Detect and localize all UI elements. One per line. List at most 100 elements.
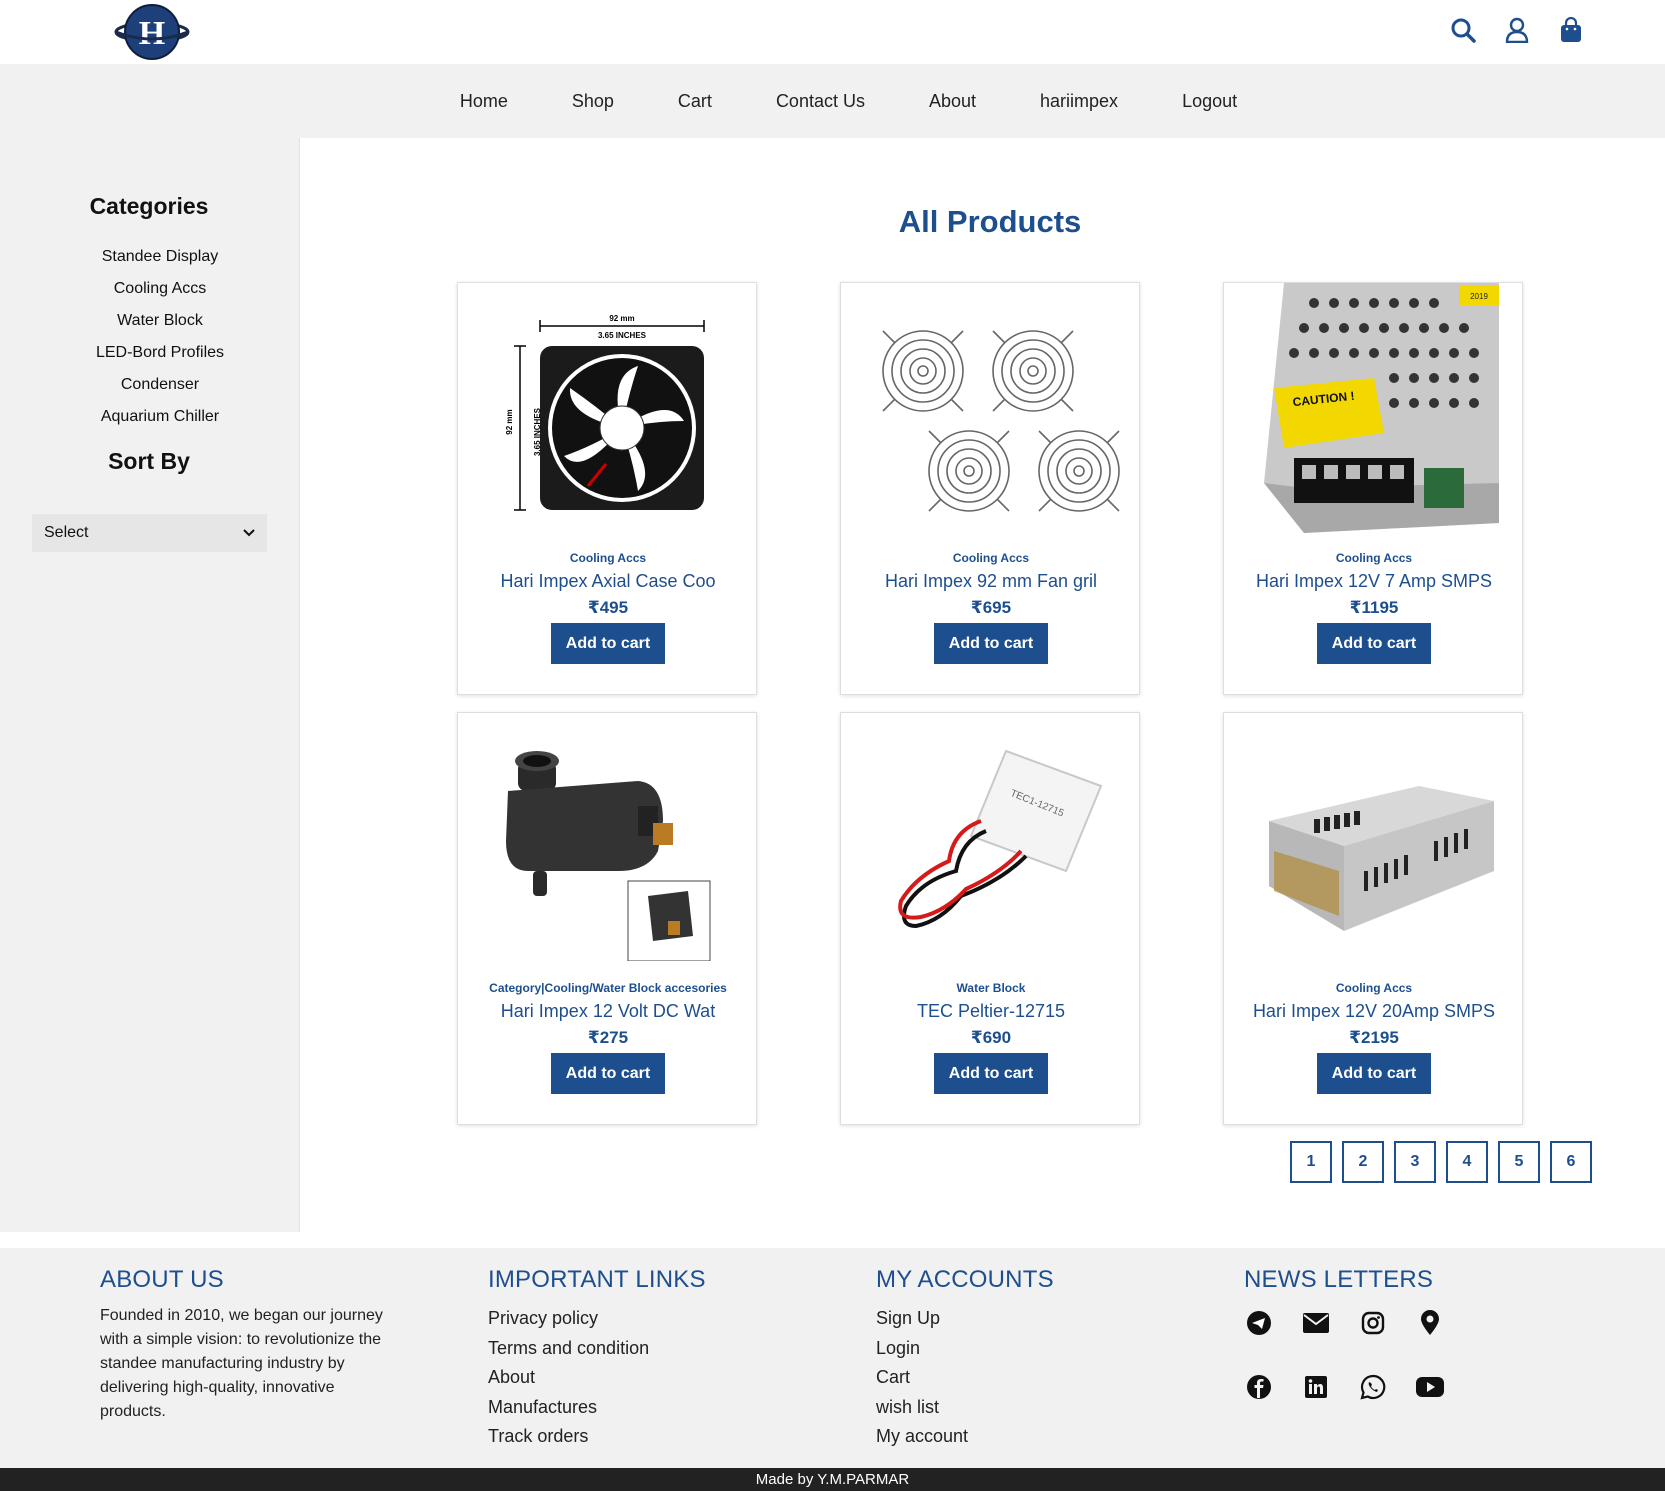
fan-grill-image[interactable] xyxy=(851,283,1131,538)
product-price: ₹275 xyxy=(587,1028,629,1047)
peltier-image[interactable]: TEC1-12715 xyxy=(851,713,1131,968)
footer-link[interactable]: About xyxy=(488,1363,706,1393)
logo-letter: H xyxy=(139,15,165,52)
smps-year-label: 2019 xyxy=(1470,292,1488,301)
sort-heading: Sort By xyxy=(108,448,190,474)
nav-contact[interactable]: Contact Us xyxy=(744,91,897,112)
footer-about-text: Founded in 2010, we began our journey wi… xyxy=(100,1307,383,1420)
footer-account-link[interactable]: Cart xyxy=(876,1363,1054,1393)
product-card: Category|Cooling/Water Block accesories … xyxy=(457,712,757,1125)
nav-logout[interactable]: Logout xyxy=(1150,91,1269,112)
chevron-down-icon xyxy=(243,524,255,542)
page-button-5[interactable]: 5 xyxy=(1498,1141,1540,1183)
top-bar: H xyxy=(0,0,1665,64)
telegram-icon[interactable] xyxy=(1244,1308,1274,1338)
footer-links-title: IMPORTANT LINKS xyxy=(488,1266,706,1293)
product-card: Cooling Accs Hari Impex 92 mm Fan gril ₹… xyxy=(840,282,1140,695)
nav-cart[interactable]: Cart xyxy=(646,91,744,112)
search-icon[interactable] xyxy=(1449,14,1477,46)
site-footer: ABOUT US Founded in 2010, we began our j… xyxy=(0,1248,1665,1468)
product-name[interactable]: Hari Impex 12V 7 Amp SMPS xyxy=(1224,571,1524,592)
pump-image[interactable] xyxy=(468,713,748,968)
smps-image[interactable]: 2019 CAUTION ! xyxy=(1234,283,1514,538)
footer-link[interactable]: Terms and condition xyxy=(488,1334,706,1364)
user-icon[interactable] xyxy=(1503,14,1531,46)
nav-about[interactable]: About xyxy=(897,91,1008,112)
footer-link[interactable]: Privacy policy xyxy=(488,1304,706,1334)
nav-shop[interactable]: Shop xyxy=(540,91,646,112)
fan-image[interactable]: 92 mm 3.65 INCHES 92 mm 3.65 INCHES xyxy=(468,283,748,538)
category-item[interactable]: LED-Bord Profiles xyxy=(0,337,320,369)
youtube-icon[interactable] xyxy=(1415,1372,1445,1402)
add-to-cart-button[interactable]: Add to cart xyxy=(1317,1053,1431,1094)
product-price: ₹695 xyxy=(970,598,1012,617)
footer-account-link[interactable]: Sign Up xyxy=(876,1304,1054,1334)
page-button-6[interactable]: 6 xyxy=(1550,1141,1592,1183)
product-price: ₹1195 xyxy=(1349,598,1399,617)
credits-bar: Made by Y.M.PARMAR xyxy=(0,1468,1665,1491)
footer-account-link[interactable]: Login xyxy=(876,1334,1054,1364)
add-to-cart-button[interactable]: Add to cart xyxy=(934,623,1048,664)
footer-link[interactable]: Track orders xyxy=(488,1422,706,1452)
product-category: Cooling Accs xyxy=(1335,551,1413,565)
product-card: 2019 CAUTION ! Cooling Accs Hari Impex 1… xyxy=(1223,282,1523,695)
add-to-cart-button[interactable]: Add to cart xyxy=(1317,623,1431,664)
footer-links: IMPORTANT LINKS Privacy policy Terms and… xyxy=(488,1266,706,1452)
product-category: Category|Cooling/Water Block accesories xyxy=(489,981,727,995)
footer-accounts-title: MY ACCOUNTS xyxy=(876,1266,1054,1293)
sort-select[interactable]: Select xyxy=(32,514,267,552)
facebook-icon[interactable] xyxy=(1244,1372,1274,1402)
product-name[interactable]: Hari Impex Axial Case Coo xyxy=(458,571,758,592)
footer-newsletter: NEWS LETTERS xyxy=(1244,1266,1472,1402)
fan-dim-top-mm: 92 mm xyxy=(609,314,634,323)
footer-link[interactable]: Manufactures xyxy=(488,1393,706,1423)
product-category: Water Block xyxy=(956,981,1026,995)
pagination: 1 2 3 4 5 6 xyxy=(1290,1141,1592,1183)
add-to-cart-button[interactable]: Add to cart xyxy=(551,1053,665,1094)
categories-heading: Categories xyxy=(89,193,209,219)
whatsapp-icon[interactable] xyxy=(1358,1372,1388,1402)
linkedin-icon[interactable] xyxy=(1301,1372,1331,1402)
footer-accounts: MY ACCOUNTS Sign Up Login Cart wish list… xyxy=(876,1266,1054,1452)
sort-select-value: Select xyxy=(44,524,89,541)
page-button-3[interactable]: 3 xyxy=(1394,1141,1436,1183)
product-price: ₹495 xyxy=(587,598,629,617)
add-to-cart-button[interactable]: Add to cart xyxy=(934,1053,1048,1094)
page-button-2[interactable]: 2 xyxy=(1342,1141,1384,1183)
add-to-cart-button[interactable]: Add to cart xyxy=(551,623,665,664)
page-title: All Products xyxy=(898,204,1082,239)
location-icon[interactable] xyxy=(1415,1308,1445,1338)
nav-user[interactable]: hariimpex xyxy=(1008,91,1150,112)
product-category: Cooling Accs xyxy=(1335,981,1413,995)
category-item[interactable]: Standee Display xyxy=(0,241,320,273)
product-card: 92 mm 3.65 INCHES 92 mm 3.65 INCHES Cool… xyxy=(457,282,757,695)
nav-home[interactable]: Home xyxy=(428,91,540,112)
product-name[interactable]: TEC Peltier-12715 xyxy=(841,1001,1141,1022)
category-item[interactable]: Cooling Accs xyxy=(0,273,320,305)
fan-dim-top-in: 3.65 INCHES xyxy=(598,331,647,340)
product-name[interactable]: Hari Impex 12V 20Amp SMPS xyxy=(1224,1001,1524,1022)
product-category: Cooling Accs xyxy=(569,551,647,565)
instagram-icon[interactable] xyxy=(1358,1308,1388,1338)
category-list: Standee Display Cooling Accs Water Block… xyxy=(0,241,320,433)
product-name[interactable]: Hari Impex 12 Volt DC Wat xyxy=(458,1001,758,1022)
product-card: Cooling Accs Hari Impex 12V 20Amp SMPS ₹… xyxy=(1223,712,1523,1125)
product-price: ₹690 xyxy=(970,1028,1012,1047)
footer-news-title: NEWS LETTERS xyxy=(1244,1266,1434,1293)
product-category: Cooling Accs xyxy=(952,551,1030,565)
bag-icon[interactable] xyxy=(1557,14,1585,46)
smps-large-image[interactable] xyxy=(1234,713,1514,968)
product-name[interactable]: Hari Impex 92 mm Fan gril xyxy=(841,571,1141,592)
category-item[interactable]: Water Block xyxy=(0,305,320,337)
page-button-4[interactable]: 4 xyxy=(1446,1141,1488,1183)
footer-about: ABOUT US Founded in 2010, we began our j… xyxy=(100,1266,390,1424)
site-logo[interactable]: H xyxy=(114,2,190,62)
category-item[interactable]: Condenser xyxy=(0,369,320,401)
page-button-1[interactable]: 1 xyxy=(1290,1141,1332,1183)
footer-account-link[interactable]: wish list xyxy=(876,1393,1054,1423)
main-nav: Home Shop Cart Contact Us About hariimpe… xyxy=(0,64,1665,138)
category-item[interactable]: Aquarium Chiller xyxy=(0,401,320,433)
footer-account-link[interactable]: My account xyxy=(876,1422,1054,1452)
email-icon[interactable] xyxy=(1301,1308,1331,1338)
fan-dim-side-mm: 92 mm xyxy=(505,409,514,434)
